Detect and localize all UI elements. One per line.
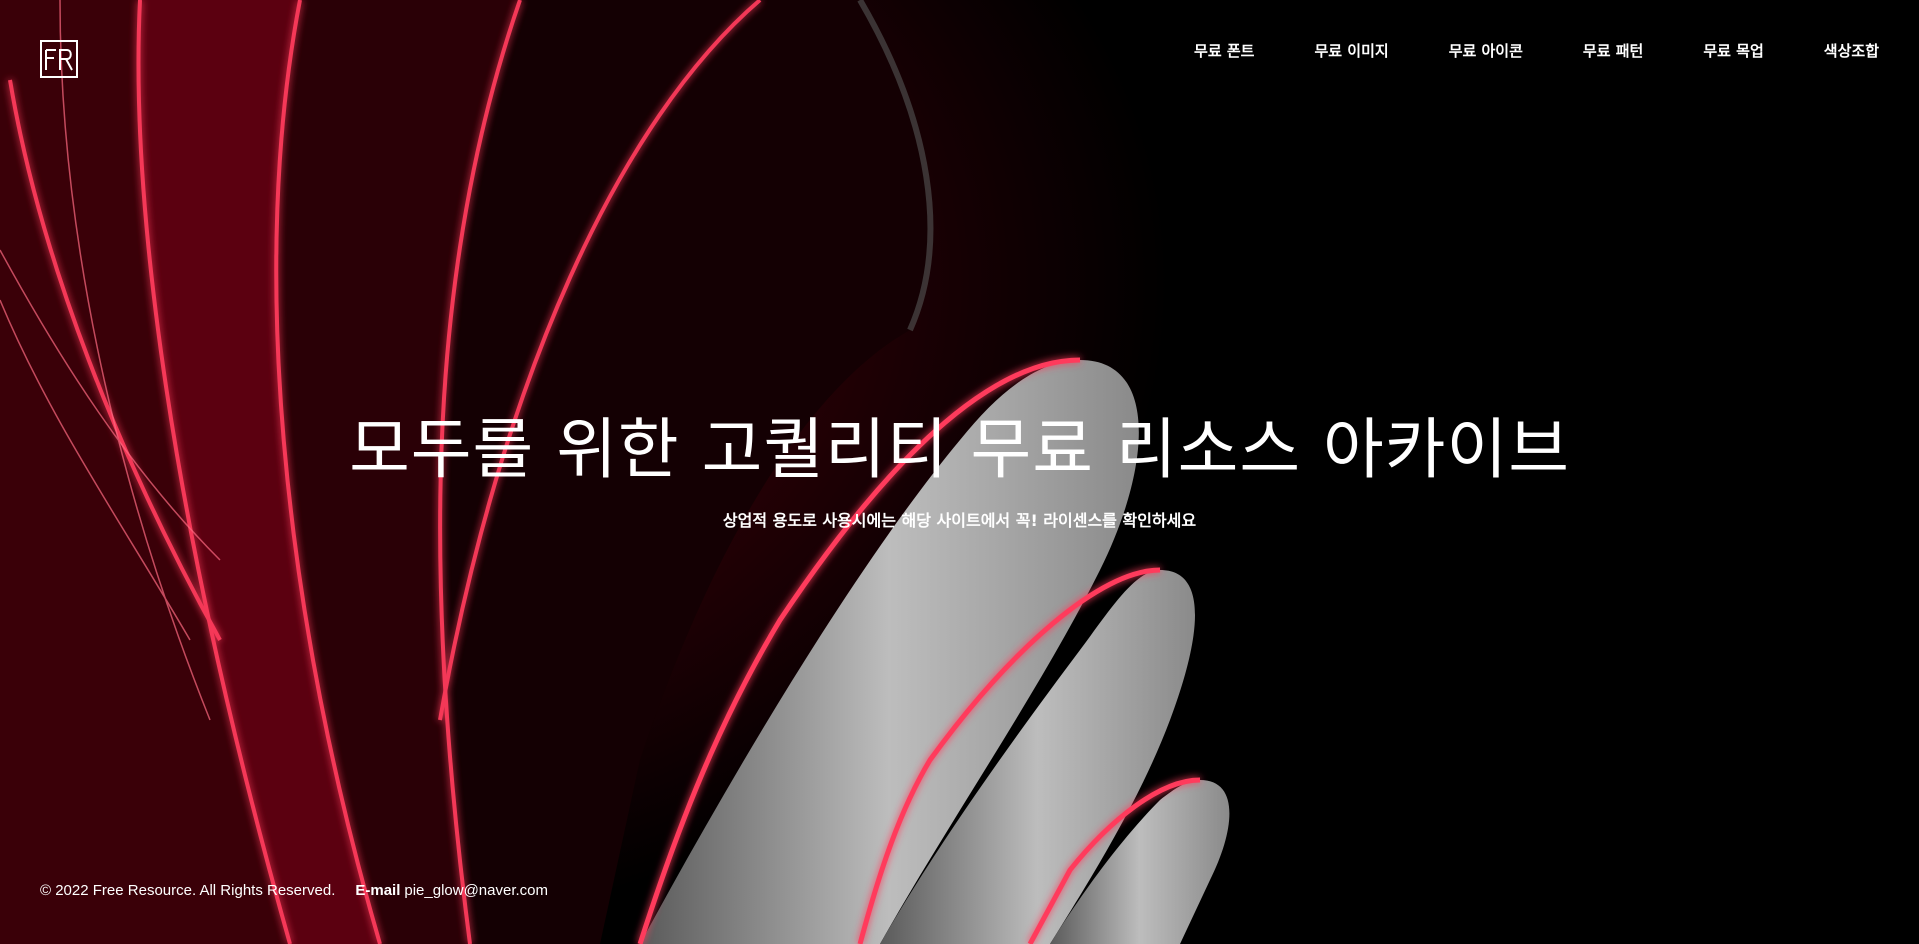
nav-item-color-combos[interactable]: 색상조합 (1824, 40, 1879, 61)
email-link[interactable]: pie_glow@naver.com (404, 882, 548, 899)
nav-item-free-mockups[interactable]: 무료 목업 (1703, 40, 1763, 61)
main-nav: 무료 폰트 무료 이미지 무료 아이콘 무료 패턴 무료 목업 색상조합 (1194, 40, 1879, 61)
nav-item-free-images[interactable]: 무료 이미지 (1314, 40, 1388, 61)
email-label: E-mail (355, 882, 401, 899)
hero-headline: 모두를 위한 고퀄리티 무료 리소스 아카이브 (349, 411, 1570, 488)
logo-mark (40, 40, 78, 78)
copyright-text: © 2022 Free Resource. All Rights Reserve… (40, 882, 336, 899)
nav-item-free-patterns[interactable]: 무료 패턴 (1583, 40, 1643, 61)
nav-item-free-fonts[interactable]: 무료 폰트 (1194, 40, 1254, 61)
nav-item-free-icons[interactable]: 무료 아이콘 (1449, 40, 1523, 61)
hero-subline: 상업적 용도로 사용시에는 해당 사이트에서 꼭! 라이센스를 확인하세요 (722, 511, 1197, 530)
footer: © 2022 Free Resource. All Rights Reserve… (40, 882, 548, 899)
fr-logo-icon[interactable] (40, 40, 78, 78)
